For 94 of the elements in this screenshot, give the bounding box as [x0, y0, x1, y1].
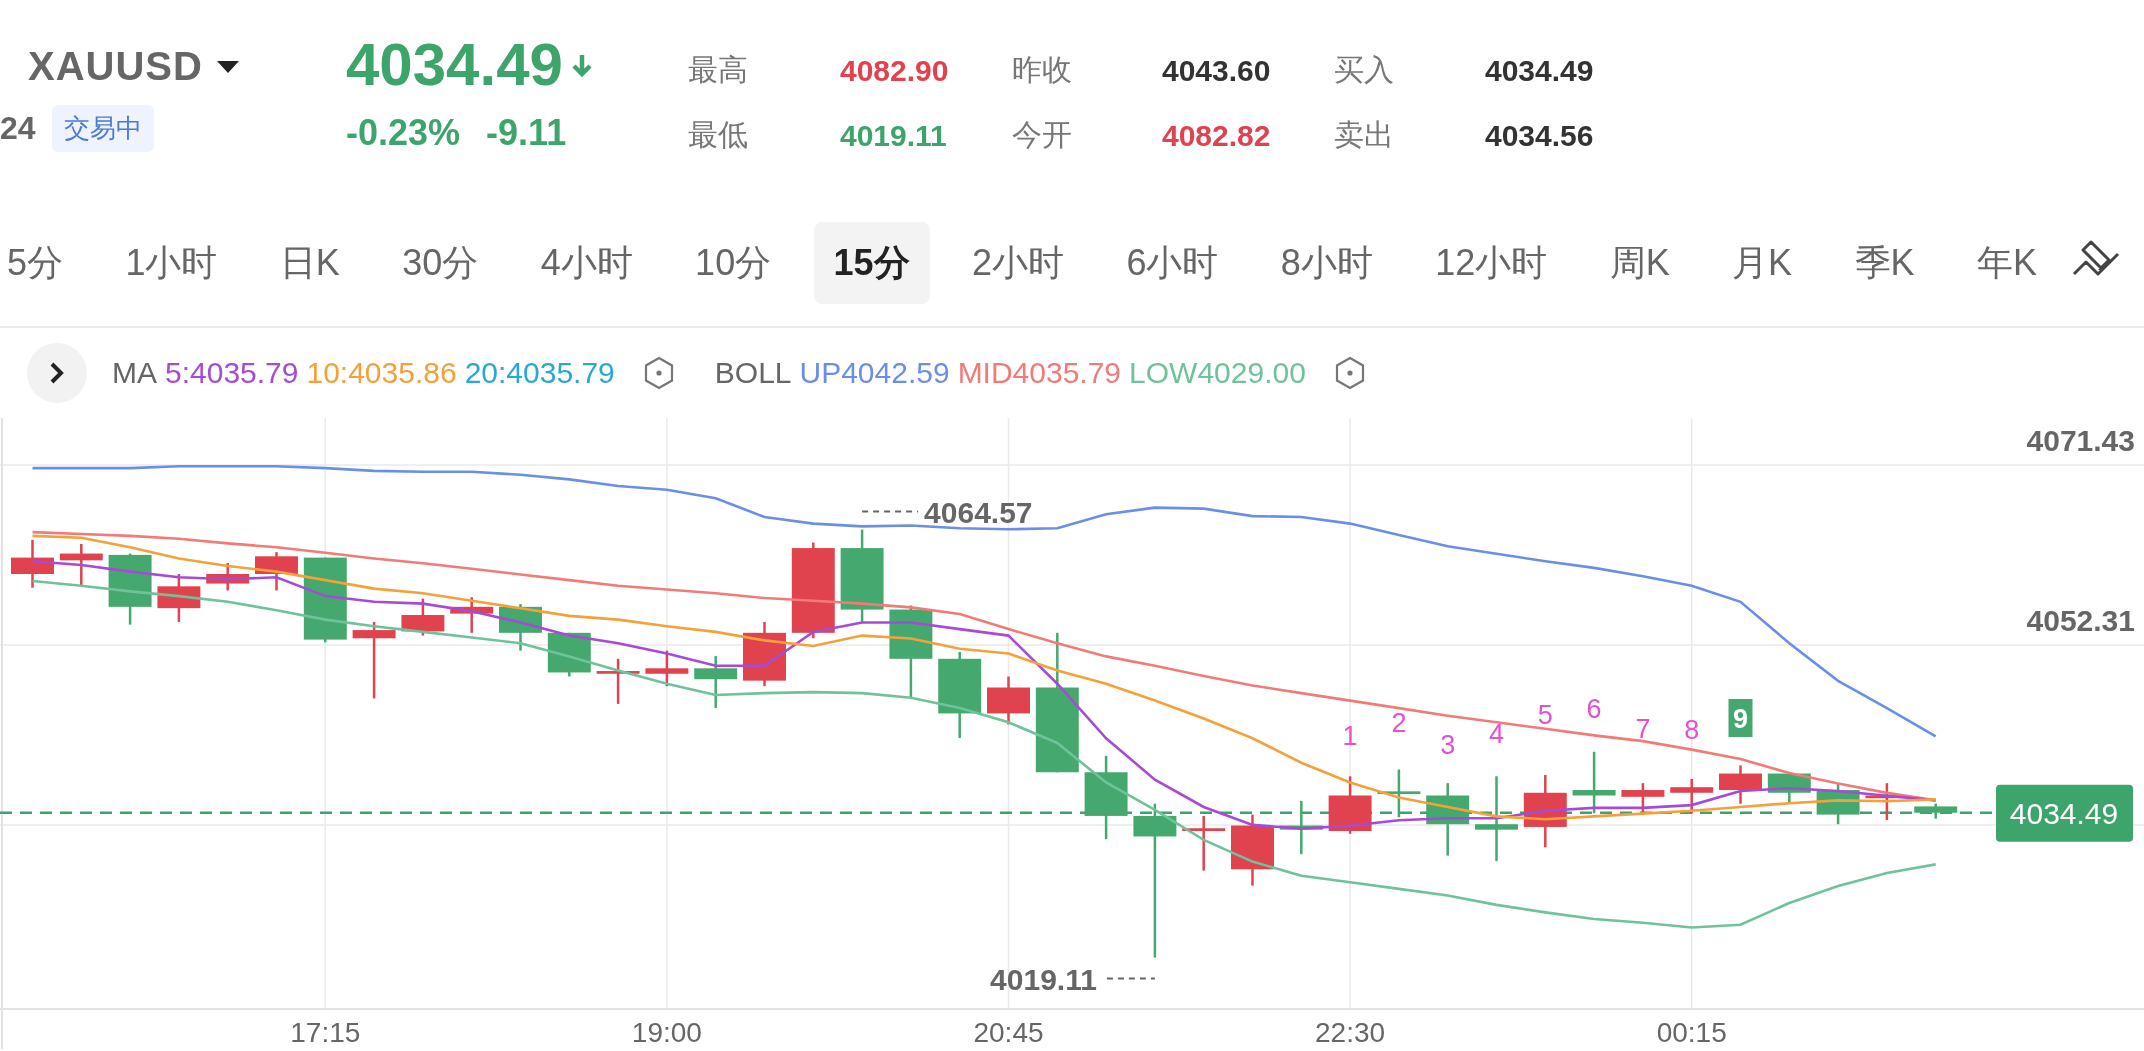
time-label: 19:00 — [631, 1017, 702, 1048]
stat-value: 4043.60 — [1162, 53, 1272, 88]
timeframe-tab[interactable]: 15分 — [813, 222, 930, 304]
timeframe-tab[interactable]: 日K — [259, 222, 360, 304]
change-percent: -0.23% — [346, 112, 461, 154]
candlestick — [1621, 783, 1665, 814]
last-price: 4034.49 — [346, 30, 563, 100]
price-label: 4064.57 — [924, 495, 1033, 529]
candlestick — [108, 553, 152, 625]
candlestick — [1328, 776, 1372, 834]
stat-label: 卖出 — [1334, 117, 1395, 153]
candlestick — [1279, 800, 1323, 855]
timeframe-tab[interactable]: 季K — [1834, 222, 1935, 304]
count-badge: 9 — [1728, 699, 1753, 737]
count-label: 2 — [1391, 708, 1407, 738]
candlestick — [401, 598, 445, 636]
axis-label: 4052.31 — [2026, 603, 2135, 637]
stat-value: 4034.56 — [1485, 118, 1594, 153]
count-label: 1 — [1342, 721, 1358, 751]
candlestick — [694, 656, 738, 708]
stat-label: 今开 — [1012, 117, 1073, 153]
timeframe-tab[interactable]: 周K — [1589, 222, 1690, 304]
ref-line-label: 4034.49 — [2009, 796, 2119, 830]
candlestick — [157, 574, 201, 622]
timeframe-tab[interactable]: 1小时 — [105, 222, 238, 304]
chevron-icon — [49, 361, 65, 385]
stat-value: 4034.49 — [1485, 53, 1594, 88]
candlestick — [59, 543, 103, 585]
indicator-name: BOLL — [714, 356, 792, 390]
count-label: 4 — [1489, 719, 1504, 749]
count-label: 3 — [1440, 730, 1456, 760]
stat-value: 4019.11 — [840, 118, 948, 153]
price-tag: 4034.49 — [1996, 784, 2133, 842]
time-label: 00:15 — [1656, 1017, 1727, 1048]
timeframe-tab[interactable]: 30分 — [382, 222, 499, 304]
change-value: -9.11 — [486, 112, 567, 154]
candlestick — [743, 621, 786, 687]
symbol-code: 24 — [0, 110, 36, 147]
indicator-value: 5:4035.79 — [165, 356, 299, 390]
stat-label: 最高 — [688, 52, 749, 88]
timeframe-tab[interactable]: 2小时 — [952, 222, 1084, 304]
indicator-value: UP4042.59 — [799, 356, 950, 390]
candlestick — [1719, 765, 1762, 804]
timeframe-tab[interactable]: 12小时 — [1415, 222, 1568, 304]
time-label: 22:30 — [1315, 1017, 1386, 1048]
candlestick — [1182, 815, 1226, 871]
candlestick — [645, 650, 689, 687]
timeframe-tab[interactable]: 5分 — [0, 222, 84, 304]
axis-label: 4071.43 — [2026, 423, 2135, 457]
count-label: 7 — [1635, 714, 1651, 744]
timeframe-tab[interactable]: 4小时 — [520, 222, 653, 304]
indicator-value: MID4035.79 — [957, 356, 1122, 390]
leader-line — [1105, 977, 1156, 980]
count-label: 8 — [1684, 715, 1700, 745]
candlestick — [987, 676, 1030, 725]
indicator-value: LOW4029.00 — [1129, 356, 1306, 390]
candlestick — [1377, 769, 1421, 818]
candlestick — [450, 597, 494, 633]
timeframe-tab[interactable]: 6小时 — [1106, 222, 1239, 304]
candlestick — [1231, 814, 1274, 886]
indicator-name: MA — [112, 356, 157, 390]
candlestick — [596, 658, 640, 704]
time-label: 20:45 — [973, 1017, 1044, 1048]
stat-label: 昨收 — [1012, 52, 1073, 88]
timeframe-tab[interactable]: 年K — [1956, 222, 2057, 304]
indicator-value: 20:4035.79 — [464, 356, 615, 390]
leader-line — [861, 510, 920, 513]
timeframe-tab[interactable]: 8小时 — [1260, 222, 1393, 304]
indicator-value: 10:4035.86 — [306, 356, 457, 390]
stat-value: 4082.90 — [840, 53, 950, 88]
arrow-icon — [570, 53, 593, 77]
symbol-name: XAUUSD — [28, 44, 203, 89]
stat-label: 最低 — [688, 117, 749, 153]
candlestick — [1914, 803, 1958, 819]
candlestick — [1572, 751, 1616, 814]
count-label: 5 — [1537, 700, 1553, 730]
settings-icon[interactable] — [642, 356, 675, 390]
count-label: 6 — [1586, 694, 1602, 724]
stat-value: 4082.82 — [1162, 118, 1272, 153]
caret-icon[interactable] — [216, 60, 239, 73]
timeframe-tab[interactable]: 10分 — [675, 222, 792, 304]
candlestick — [1767, 772, 1811, 804]
settings-icon[interactable] — [1333, 356, 1366, 390]
candlestick — [206, 563, 250, 591]
timeframe-tab[interactable]: 月K — [1712, 222, 1813, 304]
candlestick — [1670, 779, 1714, 814]
candlestick — [499, 604, 542, 651]
candlestick — [255, 552, 298, 591]
price-label: 4019.11 — [990, 962, 1097, 996]
candlestick — [11, 539, 54, 588]
stat-label: 买入 — [1334, 52, 1395, 88]
candlestick — [1816, 783, 1860, 825]
time-label: 17:15 — [290, 1017, 361, 1048]
status-badge: 交易中 — [51, 105, 154, 152]
